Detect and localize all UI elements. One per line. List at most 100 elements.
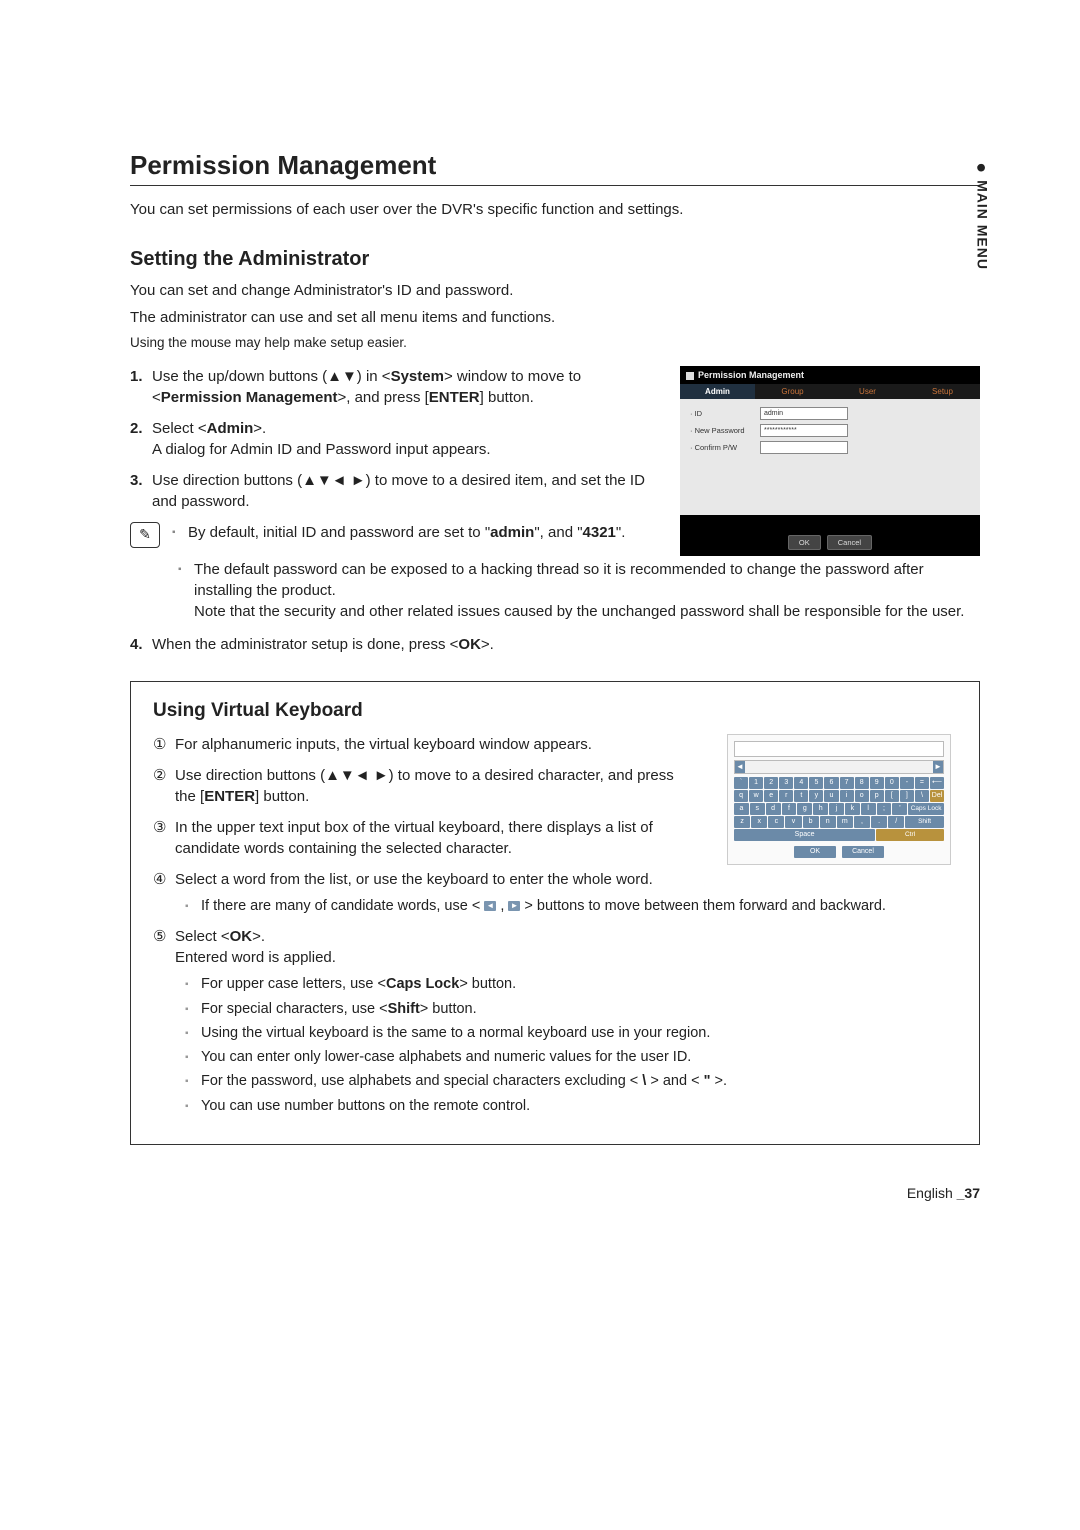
vkb-key[interactable]: s	[750, 803, 765, 815]
vkb-key[interactable]: [	[885, 790, 899, 802]
vkb-key[interactable]: .	[871, 816, 887, 828]
dvr-tabs: Admin Group User Setup	[680, 384, 980, 399]
dvr-fields: · ID admin · New Password ************ ·…	[680, 399, 980, 515]
vkb-key[interactable]: \	[915, 790, 929, 802]
vkb-heading: Using Virtual Keyboard	[153, 700, 957, 722]
vkb-tip-remote: You can use number buttons on the remote…	[185, 1096, 957, 1116]
dvr-cancel-button[interactable]: Cancel	[827, 535, 872, 550]
vkb-key[interactable]: l	[861, 803, 876, 815]
vkb-cand-left-icon[interactable]: ◄	[735, 761, 745, 773]
vkb-key[interactable]: x	[751, 816, 767, 828]
vkb-key[interactable]: k	[845, 803, 860, 815]
vkb-row-3: a s d f g h j k l ; ' Caps Lock	[734, 803, 944, 815]
vkb-step-4: ④Select a word from the list, or use the…	[153, 869, 957, 916]
vkb-key[interactable]: 5	[809, 777, 823, 789]
dvr-tab-group[interactable]: Group	[755, 384, 830, 399]
dvr-confirmpw-label: · Confirm P/W	[690, 443, 760, 452]
vkb-key[interactable]: -	[900, 777, 914, 789]
vkb-key[interactable]: d	[766, 803, 781, 815]
vkb-tip-shift: For special characters, use <Shift> butt…	[185, 999, 957, 1019]
virtual-keyboard-box: Using Virtual Keyboard ①For alphanumeric…	[130, 681, 980, 1145]
vkb-key[interactable]: ,	[854, 816, 870, 828]
dvr-tab-admin[interactable]: Admin	[680, 384, 755, 399]
vkb-screenshot: ◄ ► ` 1 2 3 4 5 6 7 8 9 0	[727, 734, 951, 865]
vkb-key[interactable]: ]	[900, 790, 914, 802]
vkb-key[interactable]: 3	[779, 777, 793, 789]
vkb-key[interactable]: g	[797, 803, 812, 815]
vkb-key[interactable]: ;	[877, 803, 892, 815]
vkb-key[interactable]: a	[734, 803, 749, 815]
vkb-key[interactable]: 9	[870, 777, 884, 789]
vkb-key[interactable]: 4	[794, 777, 808, 789]
admin-heading: Setting the Administrator	[130, 248, 980, 271]
mouse-tip: Using the mouse may help make setup easi…	[130, 334, 980, 352]
step-3: Use direction buttons (▲▼◄ ►) to move to…	[130, 470, 650, 512]
side-tab-label: MAIN MENU	[975, 180, 991, 270]
dvr-ok-button[interactable]: OK	[788, 535, 821, 550]
vkb-key[interactable]: 6	[824, 777, 838, 789]
dvr-tab-setup[interactable]: Setup	[905, 384, 980, 399]
step-4: When the administrator setup is done, pr…	[130, 634, 980, 655]
vkb-row-1: ` 1 2 3 4 5 6 7 8 9 0 - = ⟵	[734, 777, 944, 789]
vkb-cancel-button[interactable]: Cancel	[842, 846, 884, 858]
vkb-key[interactable]: r	[779, 790, 793, 802]
vkb-key[interactable]: j	[829, 803, 844, 815]
section-rule	[130, 185, 980, 186]
vkb-key[interactable]: /	[888, 816, 904, 828]
vkb-key[interactable]: c	[768, 816, 784, 828]
vkb-tip-password: For the password, use alphabets and spec…	[185, 1071, 957, 1091]
step-1: Use the up/down buttons (▲▼) in <System>…	[130, 366, 650, 408]
vkb-step-3: ③In the upper text input box of the virt…	[153, 817, 697, 859]
vkb-key-shift[interactable]: Shift	[905, 816, 944, 828]
vkb-candidate-bar: ◄ ►	[734, 760, 944, 774]
vkb-cand-right-icon[interactable]: ►	[933, 761, 943, 773]
vkb-key-capslock[interactable]: Caps Lock	[908, 803, 944, 815]
vkb-key[interactable]: =	[915, 777, 929, 789]
vkb-key[interactable]: n	[820, 816, 836, 828]
vkb-key[interactable]: m	[837, 816, 853, 828]
vkb-key[interactable]: i	[840, 790, 854, 802]
vkb-key[interactable]: 2	[764, 777, 778, 789]
side-tab: ● MAIN MENU	[971, 162, 992, 270]
dvr-tab-user[interactable]: User	[830, 384, 905, 399]
vkb-key[interactable]: y	[809, 790, 823, 802]
note-change-password: The default password can be exposed to a…	[178, 559, 980, 622]
vkb-key[interactable]: f	[782, 803, 797, 815]
vkb-key[interactable]: `	[734, 777, 748, 789]
vkb-key[interactable]: b	[803, 816, 819, 828]
dvr-title: Permission Management	[680, 366, 980, 384]
vkb-key[interactable]: u	[824, 790, 838, 802]
vkb-key[interactable]: v	[785, 816, 801, 828]
vkb-key[interactable]: o	[855, 790, 869, 802]
vkb-key[interactable]: 7	[840, 777, 854, 789]
person-icon	[686, 372, 694, 380]
vkb-key-backspace[interactable]: ⟵	[930, 777, 944, 789]
vkb-key[interactable]: z	[734, 816, 750, 828]
note-block: ✎ By default, initial ID and password ar…	[130, 522, 650, 549]
dvr-id-input[interactable]: admin	[760, 407, 848, 420]
vkb-key[interactable]: 8	[855, 777, 869, 789]
vkb-key[interactable]: e	[764, 790, 778, 802]
dvr-newpw-input[interactable]: ************	[760, 424, 848, 437]
dvr-newpw-label: · New Password	[690, 426, 760, 435]
vkb-key-ctrl[interactable]: Ctrl	[876, 829, 944, 841]
dvr-confirmpw-input[interactable]	[760, 441, 848, 454]
vkb-key[interactable]: t	[794, 790, 808, 802]
vkb-key[interactable]: p	[870, 790, 884, 802]
vkb-display[interactable]	[734, 741, 944, 757]
vkb-key[interactable]: 1	[749, 777, 763, 789]
admin-p1: You can set and change Administrator's I…	[130, 281, 980, 301]
vkb-ok-button[interactable]: OK	[794, 846, 836, 858]
vkb-tip-caps: For upper case letters, use <Caps Lock> …	[185, 974, 957, 994]
vkb-key-del[interactable]: Del	[930, 790, 944, 802]
vkb-key-space[interactable]: Space	[734, 829, 875, 841]
vkb-key[interactable]: q	[734, 790, 748, 802]
vkb-key[interactable]: 0	[885, 777, 899, 789]
vkb-key[interactable]: w	[749, 790, 763, 802]
vkb-step-1: ①For alphanumeric inputs, the virtual ke…	[153, 734, 697, 755]
vkb-key[interactable]: '	[892, 803, 907, 815]
side-tab-dot: ●	[972, 162, 992, 174]
vkb-key[interactable]: h	[813, 803, 828, 815]
vkb-row-2: q w e r t y u i o p [ ] \ Del	[734, 790, 944, 802]
note-icon: ✎	[130, 522, 160, 548]
